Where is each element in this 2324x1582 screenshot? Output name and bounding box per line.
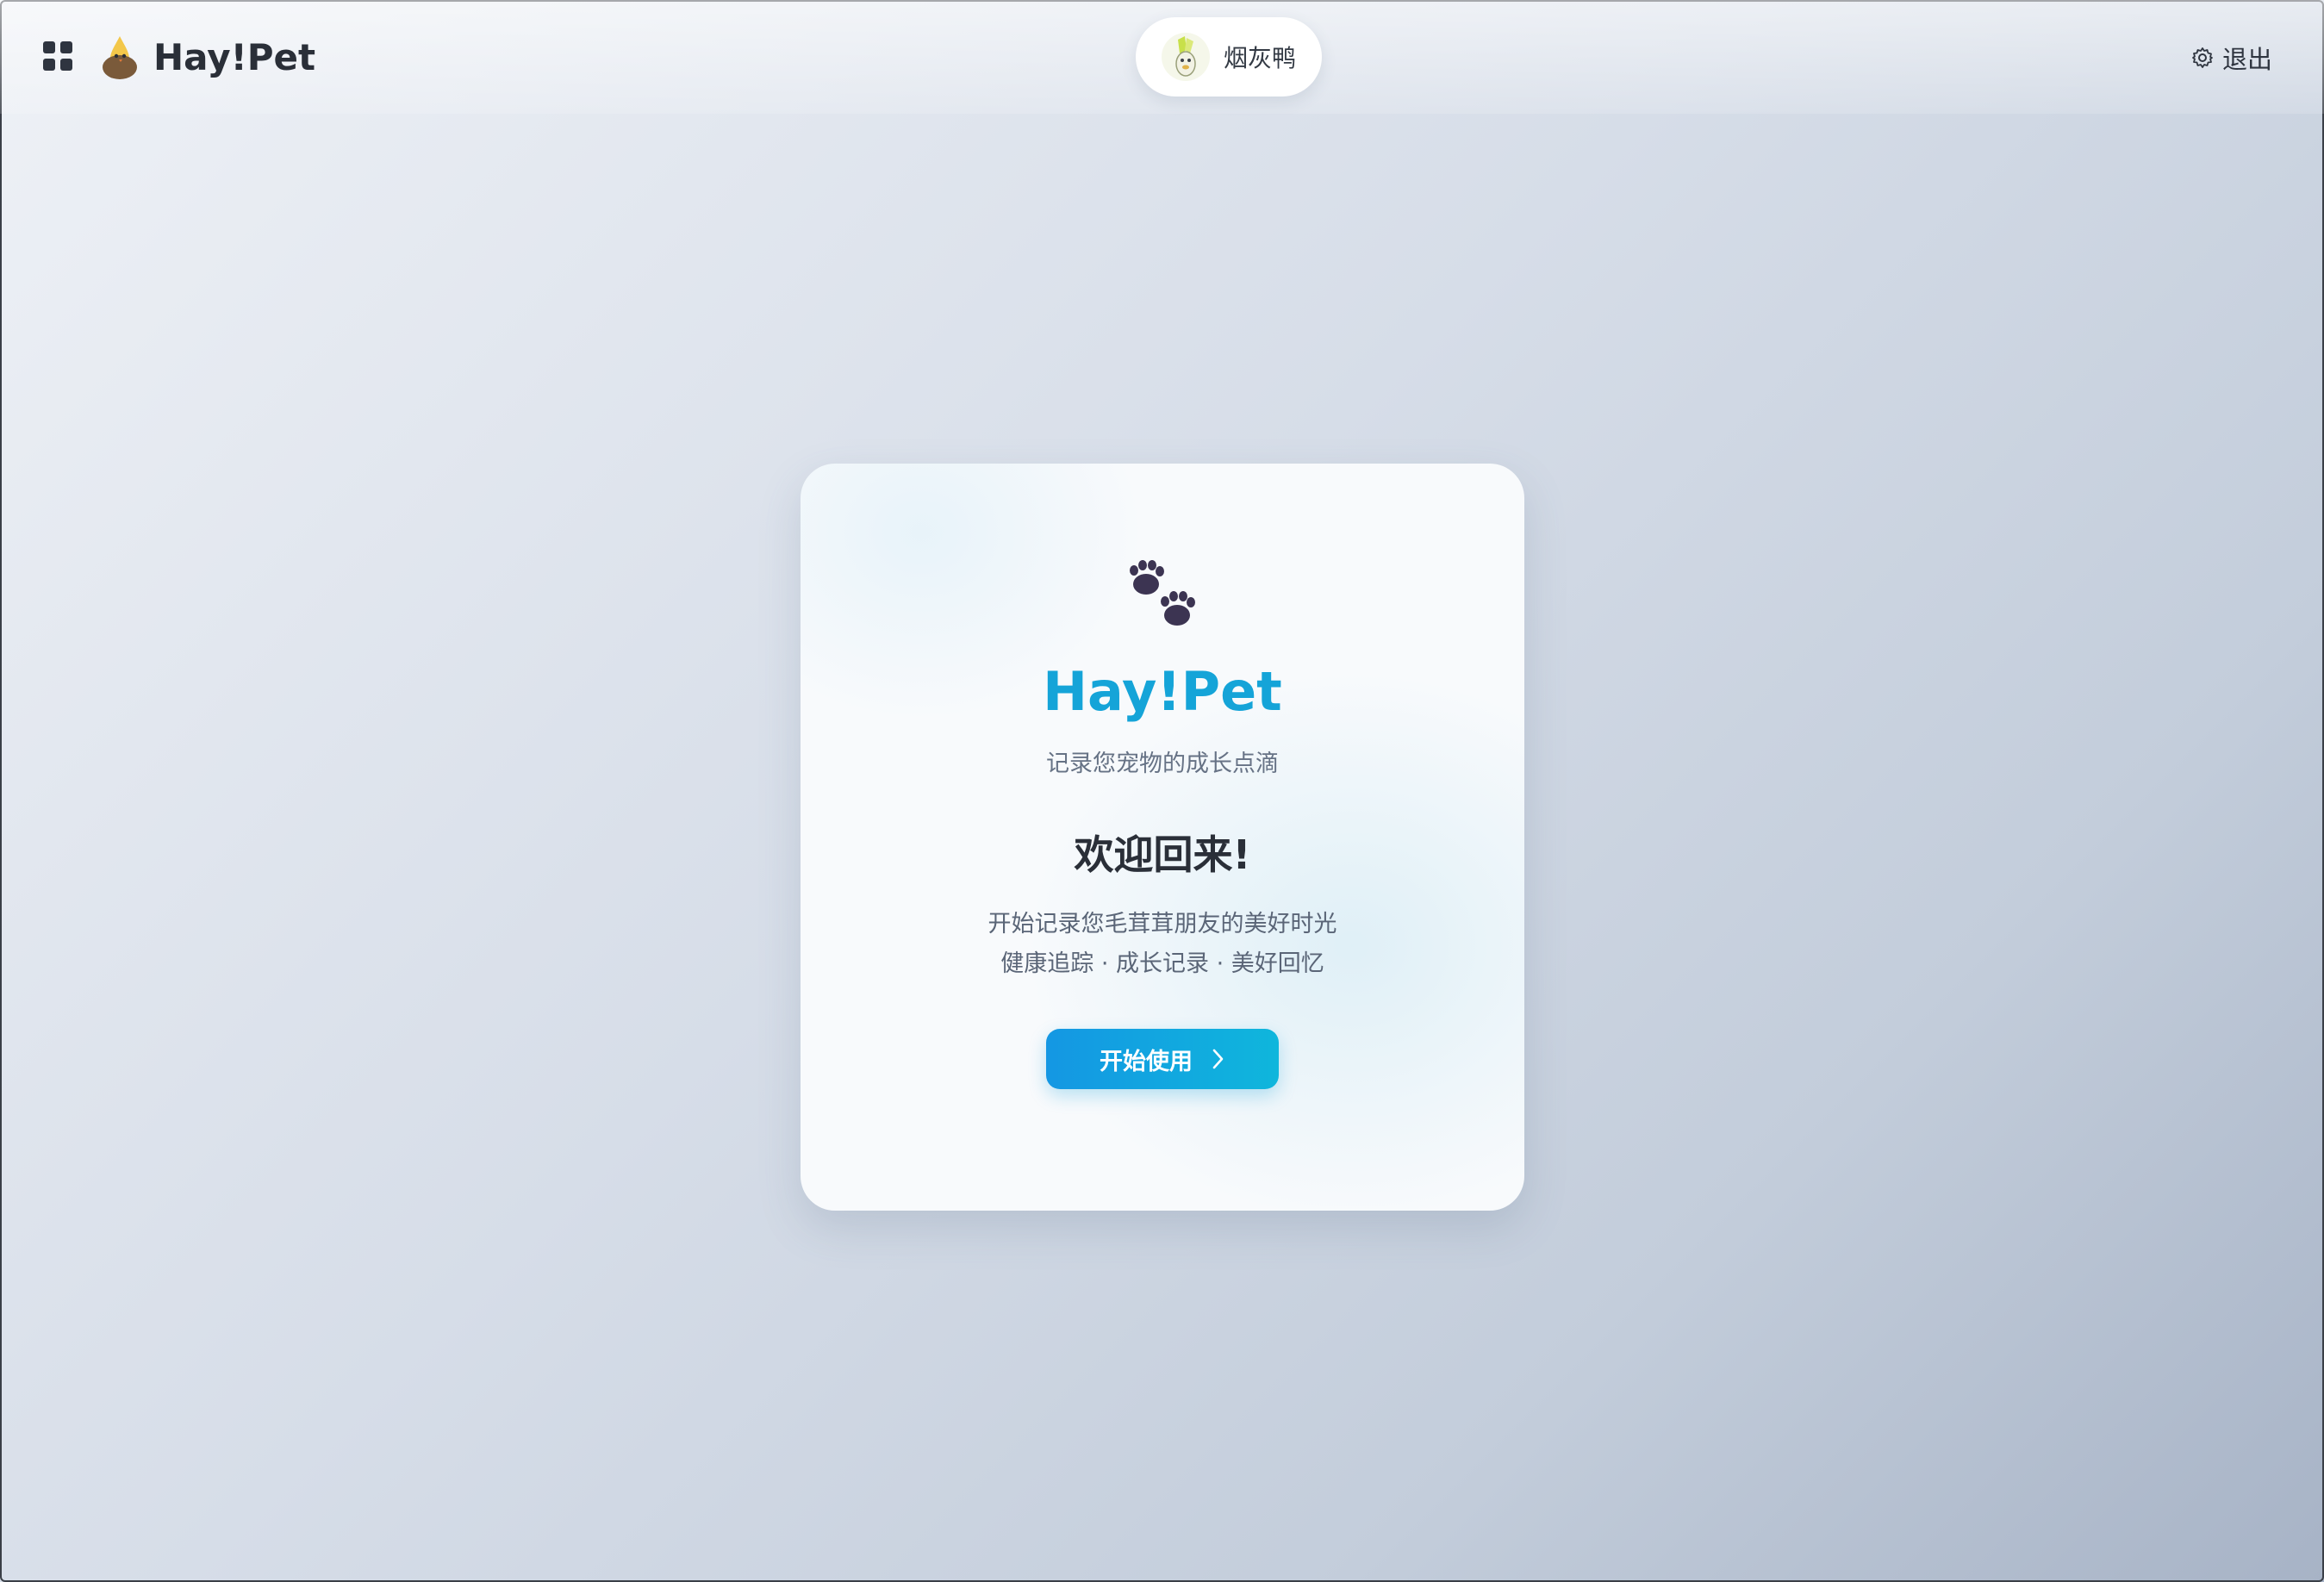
welcome-card: Hay!Pet 记录您宠物的成长点滴 欢迎回来! 开始记录您毛茸茸朋友的美好时光… [801, 464, 1524, 1211]
start-button-label: 开始使用 [1100, 1048, 1193, 1075]
brand[interactable]: Hay!Pet [100, 29, 315, 84]
logout-label: 退出 [2221, 45, 2272, 74]
current-pet-selector[interactable]: 烟灰鸭 [1136, 17, 1322, 97]
brand-name: Hay!Pet [153, 35, 316, 78]
logout-button[interactable]: 退出 [2191, 40, 2272, 76]
pet-name: 烟灰鸭 [1224, 44, 1297, 72]
pet-avatar-icon [1175, 36, 1196, 77]
apps-grid-cell [60, 41, 72, 53]
welcome-description: 开始记录您毛茸茸朋友的美好时光 健康追踪 · 成长记录 · 美好回忆 [801, 905, 1524, 984]
chevron-right-icon [1212, 1049, 1224, 1069]
paw-prints-icon [1130, 560, 1195, 626]
apps-grid-cell [43, 59, 55, 71]
description-line-2: 健康追踪 · 成长记录 · 美好回忆 [1000, 950, 1324, 977]
card-title: Hay!Pet [1043, 660, 1282, 723]
apps-grid-cell [43, 41, 55, 53]
bird-logo-icon [103, 36, 137, 79]
card-subtitle: 记录您宠物的成长点滴 [1046, 751, 1279, 777]
pet-avatar [1162, 33, 1210, 81]
apps-grid-icon[interactable] [43, 41, 72, 71]
apps-grid-cell [60, 59, 72, 71]
gear-icon [2192, 47, 2213, 68]
welcome-heading: 欢迎回来! [1074, 831, 1251, 878]
start-button[interactable]: 开始使用 [1046, 1029, 1279, 1089]
description-line-1: 开始记录您毛茸茸朋友的美好时光 [988, 911, 1337, 937]
top-bar: Hay!Pet 烟灰鸭 退出 [0, 0, 2324, 114]
